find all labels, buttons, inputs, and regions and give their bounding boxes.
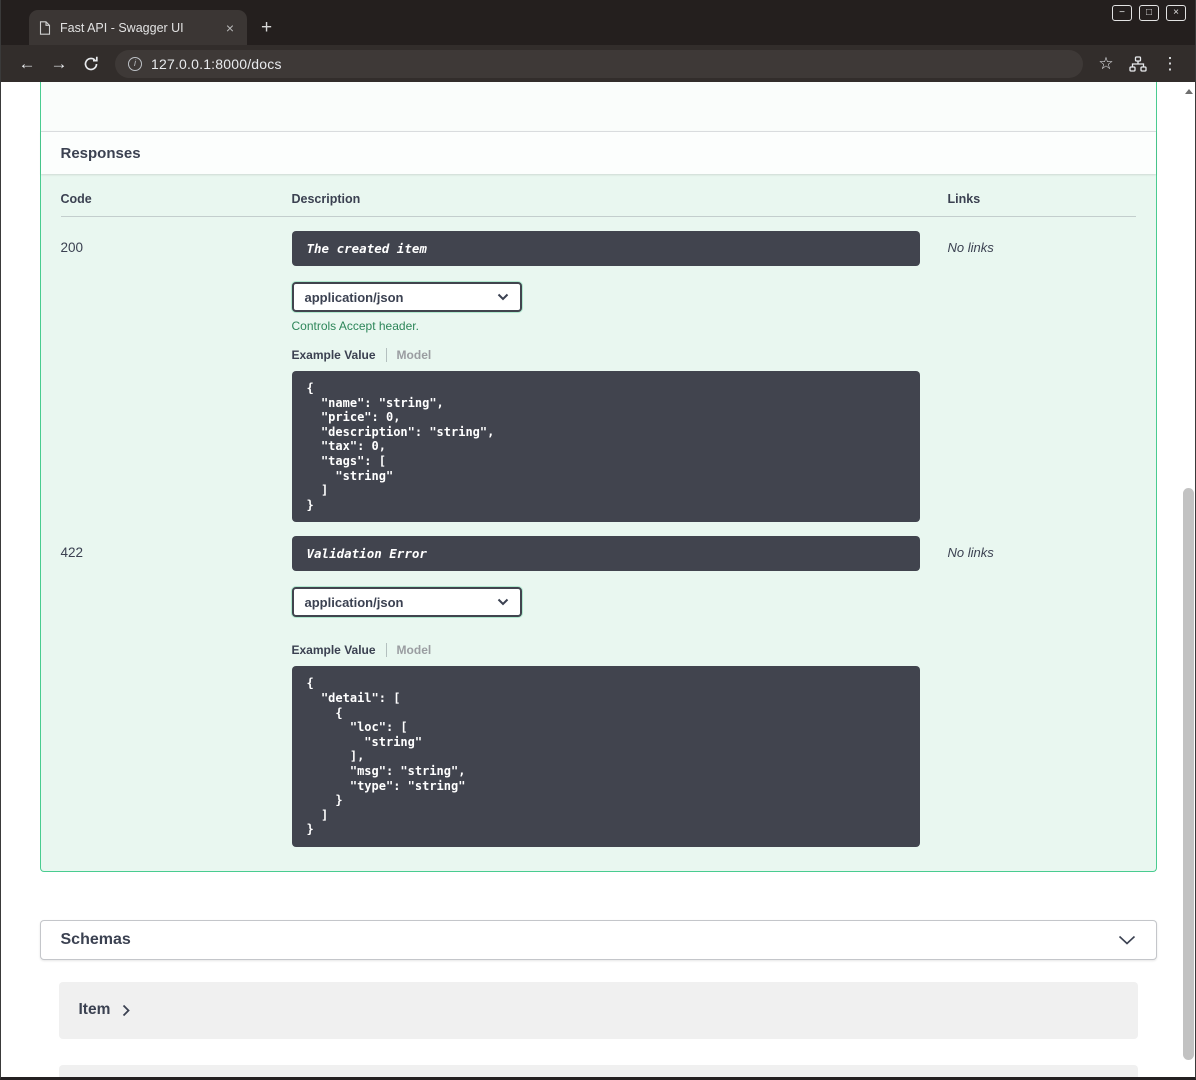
chevron-down-icon	[497, 293, 508, 301]
reload-icon[interactable]	[75, 56, 107, 72]
tab-title: Fast API - Swagger UI	[60, 20, 184, 35]
schemas-models: Item ValidationError	[40, 981, 1157, 1077]
swagger-content: Responses Code Description Links 200 The…	[39, 82, 1157, 1077]
media-type-value: application/json	[304, 594, 404, 610]
responses-title: Responses	[60, 144, 141, 162]
column-header-links: Links	[947, 192, 981, 206]
example-code-block: { "name": "string", "price": 0, "descrip…	[291, 371, 920, 523]
response-description-cell: The created item application/json Contro…	[291, 231, 948, 523]
site-info-icon[interactable]: i	[128, 56, 142, 71]
tab-separator	[385, 643, 387, 658]
responses-opblock: Responses Code Description Links 200 The…	[39, 82, 1157, 872]
schemas-section-header[interactable]: Schemas	[39, 919, 1157, 960]
bookmark-star-icon[interactable]: ☆	[1091, 54, 1121, 74]
response-description-cell: Validation Error application/json Exampl…	[291, 536, 948, 847]
response-row-200: 200 The created item application/json Co…	[60, 217, 1136, 523]
media-type-select[interactable]: application/json	[291, 282, 522, 312]
scrollbar-thumb[interactable]	[1183, 488, 1194, 1060]
page-favicon-icon	[39, 20, 51, 35]
tab-example-value[interactable]: Example Value	[292, 643, 376, 657]
page-viewport: Responses Code Description Links 200 The…	[1, 82, 1195, 1077]
response-links: No links	[947, 545, 994, 561]
chevron-down-icon	[497, 599, 508, 606]
model-validationerror[interactable]: ValidationError	[58, 1064, 1138, 1077]
response-code: 200	[60, 240, 84, 255]
browser-toolbar: ← → i 127.0.0.1:8000/docs ☆ ⋮	[1, 45, 1195, 82]
opblock-top-spacer	[40, 82, 1156, 131]
controls-accept-note: Controls Accept header.	[291, 319, 419, 333]
response-description: The created item	[291, 231, 920, 266]
close-button[interactable]: ×	[1166, 5, 1186, 21]
url-text: 127.0.0.1:8000/docs	[151, 55, 282, 72]
forward-icon[interactable]: →	[43, 54, 75, 74]
chevron-right-icon	[123, 1004, 131, 1017]
responses-table: Code Description Links 200 The created i…	[41, 174, 1156, 871]
schemas-title: Schemas	[60, 930, 131, 948]
response-description: Validation Error	[291, 536, 920, 572]
column-header-code: Code	[60, 192, 92, 206]
toolbar-extension-icon[interactable]	[1121, 55, 1155, 72]
browser-window: Fast API - Swagger UI × + − □ × ← → i 12…	[0, 0, 1196, 1080]
example-code-block: { "detail": [ { "loc": [ "string" ], "ms…	[291, 666, 920, 847]
media-type-value: application/json	[304, 289, 404, 305]
response-row-422: 422 Validation Error application/json Ex…	[61, 522, 1136, 847]
example-model-tabs: Example Value Model	[292, 348, 920, 362]
responses-section-header: Responses	[40, 131, 1156, 174]
media-type-select[interactable]: application/json	[291, 587, 522, 618]
window-controls: − □ ×	[1112, 5, 1186, 21]
example-model-tabs: Example Value Model	[292, 643, 920, 658]
model-item[interactable]: Item	[58, 981, 1138, 1039]
tab-model[interactable]: Model	[397, 348, 432, 362]
tab-example-value[interactable]: Example Value	[292, 348, 376, 362]
address-bar[interactable]: i 127.0.0.1:8000/docs	[115, 49, 1083, 78]
column-header-description: Description	[291, 192, 361, 206]
tab-model[interactable]: Model	[397, 643, 432, 657]
back-icon[interactable]: ←	[11, 54, 43, 74]
tab-separator	[385, 348, 387, 362]
browser-titlebar: Fast API - Swagger UI × + − □ ×	[1, 0, 1195, 45]
scroll-up-icon[interactable]	[1181, 84, 1195, 99]
model-name: Item	[78, 1001, 111, 1019]
chevron-down-icon	[1118, 935, 1135, 945]
response-links: No links	[947, 240, 994, 255]
responses-table-head: Code Description Links	[60, 192, 1136, 217]
browser-menu-icon[interactable]: ⋮	[1155, 54, 1185, 74]
tab-close-icon[interactable]: ×	[223, 20, 237, 36]
new-tab-button[interactable]: +	[261, 18, 272, 37]
response-code: 422	[60, 545, 84, 561]
maximize-button[interactable]: □	[1139, 5, 1159, 21]
minimize-button[interactable]: −	[1112, 5, 1132, 21]
browser-tab[interactable]: Fast API - Swagger UI ×	[29, 10, 247, 45]
